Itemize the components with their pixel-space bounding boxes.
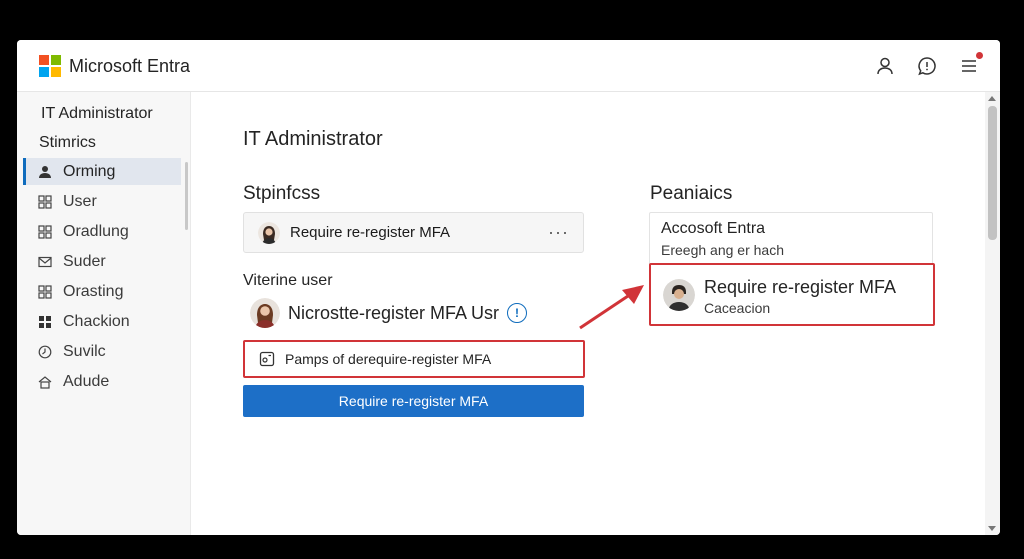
scroll-up-icon[interactable] [988,96,996,101]
sidebar-item-label: Orasting [63,282,124,300]
scrollbar-thumb[interactable] [988,106,997,240]
sidebar-item-label: Oradlung [63,222,129,240]
require-mfa-button[interactable]: Require re-register MFA [243,385,584,417]
sidebar-item-chackion[interactable]: Chackion [23,308,181,335]
sidebar-scrollbar[interactable] [185,162,188,230]
sidebar-item-label: Orming [63,162,116,180]
sidebar: IT Administrator Stimrics Orming User Or… [17,92,191,535]
clock-icon [37,344,53,360]
selected-user-row: Nicrostte-register MFA Usr ! [250,298,528,328]
entra-card-subtitle: Ereegh ang er hach [661,242,784,258]
sidebar-item-label: Adude [63,372,110,390]
sidebar-item-adude[interactable]: Adude [23,368,181,395]
mail-icon [37,254,53,270]
sidebar-item-label: Suder [63,252,106,270]
apps-icon [37,284,53,300]
apps-icon [37,194,53,210]
sidebar-item-user[interactable]: User [23,188,181,215]
main-content: IT Administrator Stpinfcss Require re-re… [192,92,985,535]
sidebar-item-label: User [63,192,97,210]
info-icon[interactable]: ! [507,303,528,323]
sidebar-item-label: Chackion [63,312,130,330]
avatar [258,221,280,244]
feedback-icon[interactable] [915,54,939,78]
require-mfa-card-text: Require re-register MFA [290,224,451,241]
highlighted-mfa-result[interactable]: Require re-register MFA Caceacion [649,263,935,326]
arrow-icon [579,285,644,330]
sidebar-item-orming[interactable]: Orming [23,158,181,185]
left-section-title: Stpinfcss [243,183,321,204]
app-title: Microsoft Entra [69,56,191,76]
microsoft-logo-icon [39,55,61,77]
require-mfa-card[interactable]: Require re-register MFA ··· [243,212,584,253]
home-icon [37,374,53,390]
highlighted-mfa-option[interactable]: Pamps of derequire-register MFA [243,340,585,378]
grid-icon [37,314,53,330]
highlighted-mfa-option-text: Pamps of derequire-register MFA [285,351,492,367]
more-options-button[interactable]: ··· [548,222,569,243]
main-scrollbar[interactable] [985,92,1000,535]
mfa-result-subtitle: Caceacion [704,300,771,316]
entra-card-title: Accosoft Entra [661,220,766,237]
person-icon [37,164,53,180]
sidebar-subheading: Stimrics [39,134,96,151]
apps-icon [37,224,53,240]
sidebar-item-orasting[interactable]: Orasting [23,278,181,305]
sidebar-item-label: Suvilc [63,342,106,360]
app-window: Microsoft Entra IT Administrator Stimric… [17,40,1000,535]
selected-user-text: Nicrostte-register MFA Usr [288,302,500,323]
user-section-label: Viterine user [243,272,333,289]
scroll-down-icon[interactable] [988,526,996,531]
sidebar-item-suvilc[interactable]: Suvilc [23,338,181,365]
sidebar-item-suder[interactable]: Suder [23,248,181,275]
page-title: IT Administrator [243,128,383,150]
person-icon[interactable] [873,54,897,78]
avatar [250,298,280,328]
avatar [663,279,695,311]
sidebar-item-oradlung[interactable]: Oradlung [23,218,181,245]
mfa-result-title: Require re-register MFA [704,277,897,297]
sidebar-heading: IT Administrator [41,105,153,122]
document-icon [259,351,275,367]
right-section-title: Peaniaics [650,183,733,204]
menu-icon[interactable] [957,51,984,78]
top-bar: Microsoft Entra [17,40,1000,92]
notification-badge [975,51,984,60]
